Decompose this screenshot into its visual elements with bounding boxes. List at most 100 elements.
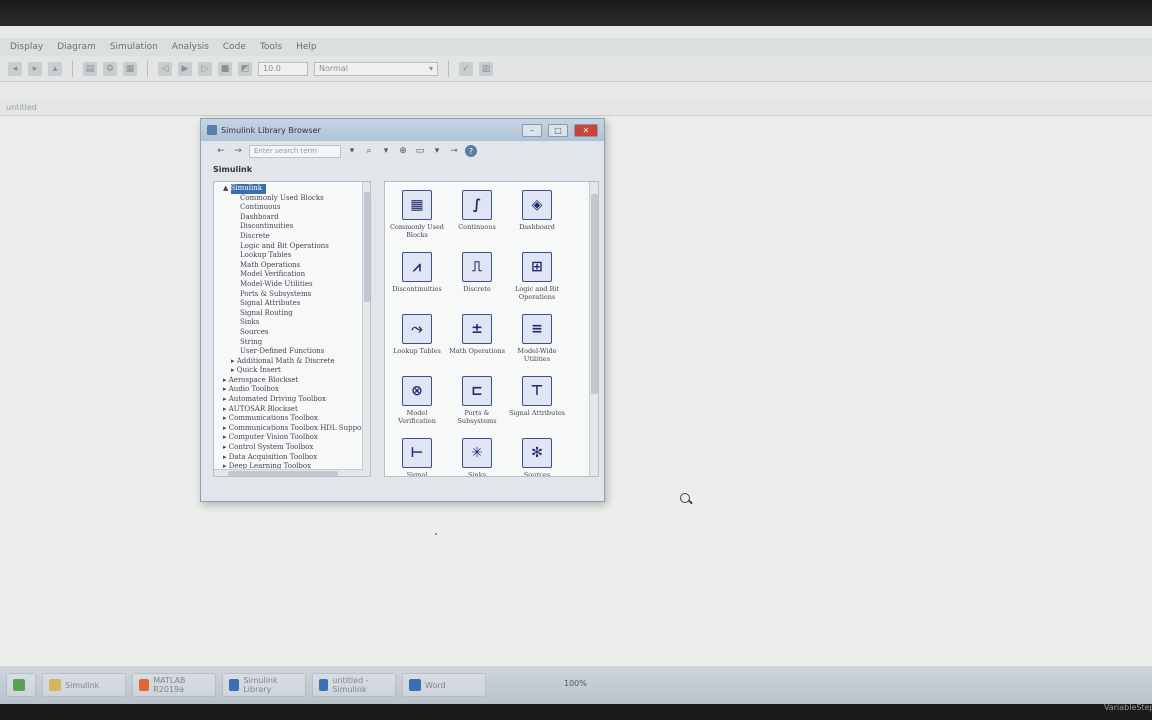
library-block[interactable]: ✳ Sinks (447, 438, 507, 476)
up-icon[interactable]: ▴ (48, 61, 62, 76)
search-input[interactable]: Enter search term (249, 144, 341, 158)
simulation-mode-select[interactable]: Normal ▾ (314, 61, 438, 76)
library-block[interactable]: ∫ Continuous (447, 190, 507, 231)
scrollbar-thumb[interactable] (228, 471, 338, 476)
menu-item-display[interactable]: Display (10, 42, 43, 52)
breadcrumb-model[interactable]: untitled (6, 103, 37, 112)
menu-item-simulation[interactable]: Simulation (110, 42, 158, 52)
tree-item[interactable]: ▸ Communications Toolbox HDL Support (218, 424, 370, 434)
menu-item-code[interactable]: Code (223, 42, 246, 52)
library-block[interactable]: ◈ Dashboard (507, 190, 567, 231)
taskbar-button[interactable]: MATLAB R2019a (132, 673, 216, 697)
palette-vertical-scrollbar[interactable] (589, 182, 598, 476)
menu-item-diagram[interactable]: Diagram (57, 42, 96, 52)
expand-open-icon[interactable]: ▲ (223, 184, 231, 192)
stop-icon[interactable]: ■ (218, 61, 232, 76)
tree-item[interactable]: Sources (218, 328, 370, 338)
pin-icon[interactable]: ⊕ (397, 145, 409, 157)
back-icon[interactable]: ← (215, 145, 227, 157)
tree-horizontal-scrollbar[interactable] (214, 469, 364, 476)
library-block[interactable]: ⊢ Signal (387, 438, 447, 476)
help-icon[interactable]: ? (465, 145, 477, 157)
minimize-button[interactable]: – (522, 123, 542, 137)
library-block[interactable]: ⤳ Lookup Tables (387, 314, 447, 355)
tree-item-label: Sinks (240, 318, 260, 327)
library-block[interactable]: ± Math Operations (447, 314, 507, 355)
settings-icon[interactable]: ⚙ (103, 61, 117, 76)
chevron-down-icon[interactable]: ▾ (346, 145, 358, 157)
library-block[interactable]: ✻ Sources (507, 438, 567, 477)
taskbar-button[interactable] (6, 673, 36, 697)
forward-icon[interactable]: ▸ (28, 61, 42, 76)
check-icon[interactable]: ✓ (459, 61, 473, 76)
tree-item[interactable]: ▸ Audio Toolbox (218, 385, 370, 395)
record-icon[interactable]: ◩ (238, 61, 252, 76)
tree-item[interactable]: Logic and Bit Operations (218, 242, 370, 252)
taskbar-button[interactable]: untitled - Simulink (312, 673, 396, 697)
menu-item-tools[interactable]: Tools (260, 42, 282, 52)
tree-item[interactable]: Discrete (218, 232, 370, 242)
grid-icon[interactable]: ▦ (123, 61, 137, 76)
folder-icon[interactable]: ▭ (414, 145, 426, 157)
close-button[interactable]: ✕ (574, 123, 598, 137)
tree-item[interactable]: Model-Wide Utilities (218, 280, 370, 290)
library-block[interactable]: ≡ Model-Wide Utilities (507, 314, 567, 363)
block-label: Sources (523, 471, 551, 477)
tree-item[interactable]: Dashboard (218, 213, 370, 223)
build-icon[interactable]: ▥ (479, 61, 493, 76)
step-back-icon[interactable]: ◁ (158, 61, 172, 76)
library-block[interactable]: ⊞ Logic and Bit Operations (507, 252, 567, 301)
library-block[interactable]: ⊤ Signal Attributes (507, 376, 567, 417)
tree-item[interactable]: Sinks (218, 318, 370, 328)
tree-item[interactable]: ▲ Simulink (218, 184, 370, 194)
tree-item[interactable]: ▸ Quick Insert (218, 366, 370, 376)
scrollbar-thumb[interactable] (591, 194, 598, 394)
menu-item-analysis[interactable]: Analysis (172, 42, 209, 52)
tree-item[interactable]: User-Defined Functions (218, 347, 370, 357)
tree-item[interactable]: String (218, 338, 370, 348)
tree-item[interactable]: ▸ Communications Toolbox (218, 414, 370, 424)
library-block[interactable]: ⎍ Discrete (447, 252, 507, 293)
tree-item[interactable]: ▸ Automated Driving Toolbox (218, 395, 370, 405)
pushpin-icon[interactable]: ⊸ (448, 145, 460, 157)
tree-vertical-scrollbar[interactable] (362, 182, 370, 476)
tree-item[interactable]: Lookup Tables (218, 251, 370, 261)
run-icon[interactable]: ▶ (178, 61, 192, 76)
tree-item[interactable]: ▸ Additional Math & Discrete (218, 357, 370, 367)
tree-item[interactable]: Signal Attributes (218, 299, 370, 309)
tree-item[interactable]: Ports & Subsystems (218, 290, 370, 300)
tree-item[interactable]: Discontinuities (218, 222, 370, 232)
tree-item-label: Logic and Bit Operations (240, 241, 329, 250)
taskbar-button[interactable]: Simulink Library (222, 673, 306, 697)
chevron-down-icon[interactable]: ▾ (380, 145, 392, 157)
tree-item[interactable]: Commonly Used Blocks (218, 194, 370, 204)
library-block[interactable]: ▦ Commonly Used Blocks (387, 190, 447, 239)
library-tree[interactable]: ▲ Simulink Commonly Used Blocks Continuous… (213, 181, 371, 477)
taskbar-button[interactable]: Word (402, 673, 486, 697)
back-icon[interactable]: ◂ (8, 61, 22, 76)
block-palette[interactable]: ▦ Commonly Used Blocks ∫ Continuous ◈ Dashboa… (384, 181, 599, 477)
chevron-down-icon[interactable]: ▾ (431, 145, 443, 157)
forward-icon[interactable]: → (232, 145, 244, 157)
tree-item[interactable]: Continuous (218, 203, 370, 213)
library-icon[interactable]: ▤ (83, 61, 97, 76)
tree-item[interactable]: ▸ AUTOSAR Blockset (218, 405, 370, 415)
library-block[interactable]: ⊏ Ports & Subsystems (447, 376, 507, 425)
tree-item[interactable]: ▸ Data Acquisition Toolbox (218, 453, 370, 463)
tree-item[interactable]: Model Verification (218, 270, 370, 280)
tree-item[interactable]: Math Operations (218, 261, 370, 271)
library-browser-titlebar[interactable]: Simulink Library Browser – □ ✕ (201, 119, 604, 141)
library-block[interactable]: ⊗ Model Verification (387, 376, 447, 425)
step-forward-icon[interactable]: ▷ (198, 61, 212, 76)
tree-item[interactable]: ▸ Computer Vision Toolbox (218, 433, 370, 443)
tree-item[interactable]: ▸ Control System Toolbox (218, 443, 370, 453)
menu-item-help[interactable]: Help (296, 42, 317, 52)
tree-item[interactable]: ▸ Aerospace Blockset (218, 376, 370, 386)
stop-time-input[interactable]: 10.0 (258, 61, 308, 76)
library-block[interactable]: ⩘ Discontinuities (387, 252, 447, 293)
scrollbar-thumb[interactable] (364, 192, 370, 302)
tree-item[interactable]: Signal Routing (218, 309, 370, 319)
taskbar-button[interactable]: Simulink (42, 673, 126, 697)
search-icon[interactable]: ⌕ (363, 145, 375, 157)
maximize-button[interactable]: □ (548, 123, 568, 137)
